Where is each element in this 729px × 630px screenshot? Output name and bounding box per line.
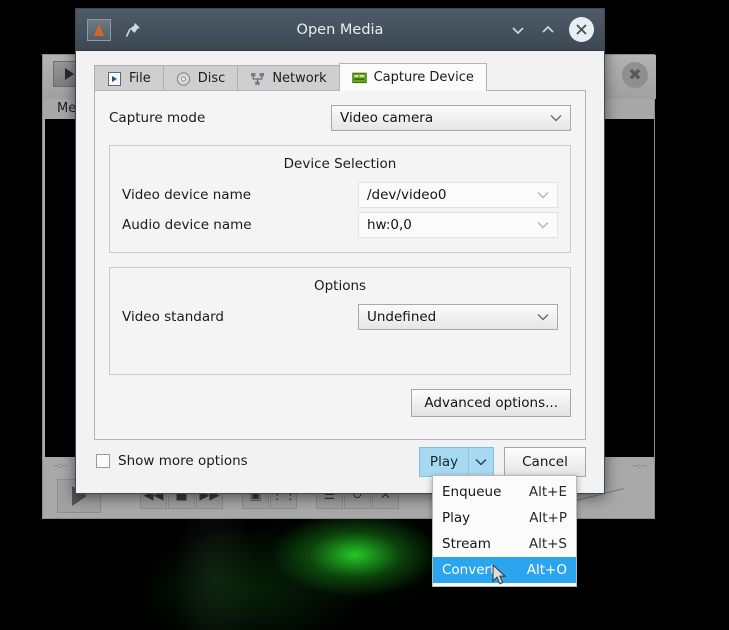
capture-mode-row: Capture mode Video camera: [95, 91, 585, 131]
video-standard-select[interactable]: Undefined: [358, 304, 558, 330]
tab-label: Disc: [197, 71, 226, 86]
chevron-down-icon: [550, 110, 562, 126]
pin-icon[interactable]: [123, 20, 143, 40]
menu-item-enqueue[interactable]: Enqueue Alt+E: [433, 479, 576, 505]
video-device-row: Video device name /dev/video0: [122, 180, 558, 210]
advanced-options-button[interactable]: Advanced options...: [411, 389, 571, 417]
play-dropdown-menu: Enqueue Alt+E Play Alt+P Stream Alt+S Co…: [432, 475, 577, 587]
video-device-label: Video device name: [122, 187, 252, 203]
open-media-dialog: Open Media File Disc Network Capture Dev…: [75, 8, 605, 494]
dialog-titlebar[interactable]: Open Media: [76, 9, 604, 51]
menu-item-label: Stream: [442, 536, 491, 552]
menu-item-shortcut: Alt+E: [528, 484, 567, 500]
advanced-options-row: Advanced options...: [95, 375, 585, 417]
tab-file[interactable]: File: [94, 65, 164, 91]
tab-label: Capture Device: [373, 70, 474, 85]
menu-item-convert[interactable]: Convert Alt+O: [433, 557, 576, 583]
device-selection-title: Device Selection: [283, 156, 397, 172]
close-icon[interactable]: ✖: [622, 62, 648, 88]
menu-item-stream[interactable]: Stream Alt+S: [433, 531, 576, 557]
video-standard-label: Video standard: [122, 309, 224, 325]
device-selection-group: Device Selection Video device name /dev/…: [109, 145, 571, 253]
capture-mode-value: Video camera: [340, 110, 434, 126]
menu-item-label: Enqueue: [442, 484, 502, 500]
tab-disc[interactable]: Disc: [162, 65, 239, 91]
capture-card-icon: [351, 71, 367, 85]
capture-mode-select[interactable]: Video camera: [331, 105, 571, 131]
chevron-up-icon[interactable]: [539, 21, 557, 39]
video-standard-value: Undefined: [367, 309, 437, 325]
play-split-button[interactable]: Play: [419, 447, 494, 477]
capture-mode-label: Capture mode: [109, 110, 206, 126]
video-standard-row: Video standard Undefined: [122, 302, 558, 332]
tab-capture-device[interactable]: Capture Device: [338, 63, 487, 91]
audio-device-label: Audio device name: [122, 217, 252, 233]
menu-item-label: Play: [442, 510, 471, 526]
chevron-down-icon[interactable]: [509, 21, 527, 39]
dialog-action-buttons: Play Cancel: [419, 447, 586, 477]
window-controls: [509, 17, 594, 42]
chevron-down-icon: [537, 217, 549, 233]
menu-item-shortcut: Alt+S: [528, 536, 567, 552]
menu-item-label: Convert: [442, 562, 496, 578]
screen: ✖ Me --:-- --:-- ◀◀ ■ ▶▶ ▣ ⋮⋮ ☰ ↺ ✕ 🔈: [0, 0, 729, 630]
close-circle-icon[interactable]: [569, 17, 594, 42]
chevron-down-icon: [537, 187, 549, 203]
tab-network[interactable]: Network: [237, 65, 340, 91]
chevron-down-icon[interactable]: [468, 448, 493, 476]
file-icon: [107, 71, 122, 86]
show-more-options-checkbox[interactable]: [96, 454, 110, 468]
vlc-cone-icon: [87, 18, 111, 41]
tab-bar: File Disc Network Capture Device: [76, 63, 604, 91]
menu-item-shortcut: Alt+P: [529, 510, 567, 526]
video-device-select[interactable]: /dev/video0: [358, 182, 558, 208]
network-icon: [250, 72, 265, 86]
audio-device-value: hw:0,0: [367, 217, 412, 233]
show-more-options-label: Show more options: [118, 453, 248, 469]
cancel-button[interactable]: Cancel: [504, 447, 586, 477]
tab-label: File: [129, 71, 151, 86]
time-elapsed: --:--: [53, 461, 68, 470]
disc-icon: [176, 71, 191, 86]
time-total: --:--: [632, 461, 647, 470]
capture-device-panel: Capture mode Video camera Device Selecti…: [94, 90, 586, 440]
tab-label: Network: [272, 71, 327, 86]
chevron-down-icon: [537, 309, 549, 325]
options-group: Options Video standard Undefined: [109, 267, 571, 375]
play-button-label[interactable]: Play: [420, 448, 468, 476]
menu-item-play[interactable]: Play Alt+P: [433, 505, 576, 531]
video-device-value: /dev/video0: [367, 187, 447, 203]
options-title: Options: [313, 278, 367, 294]
audio-device-row: Audio device name hw:0,0: [122, 210, 558, 240]
audio-device-select[interactable]: hw:0,0: [358, 212, 558, 238]
background-menu-media[interactable]: Me: [57, 101, 76, 116]
menu-item-shortcut: Alt+O: [526, 562, 567, 578]
